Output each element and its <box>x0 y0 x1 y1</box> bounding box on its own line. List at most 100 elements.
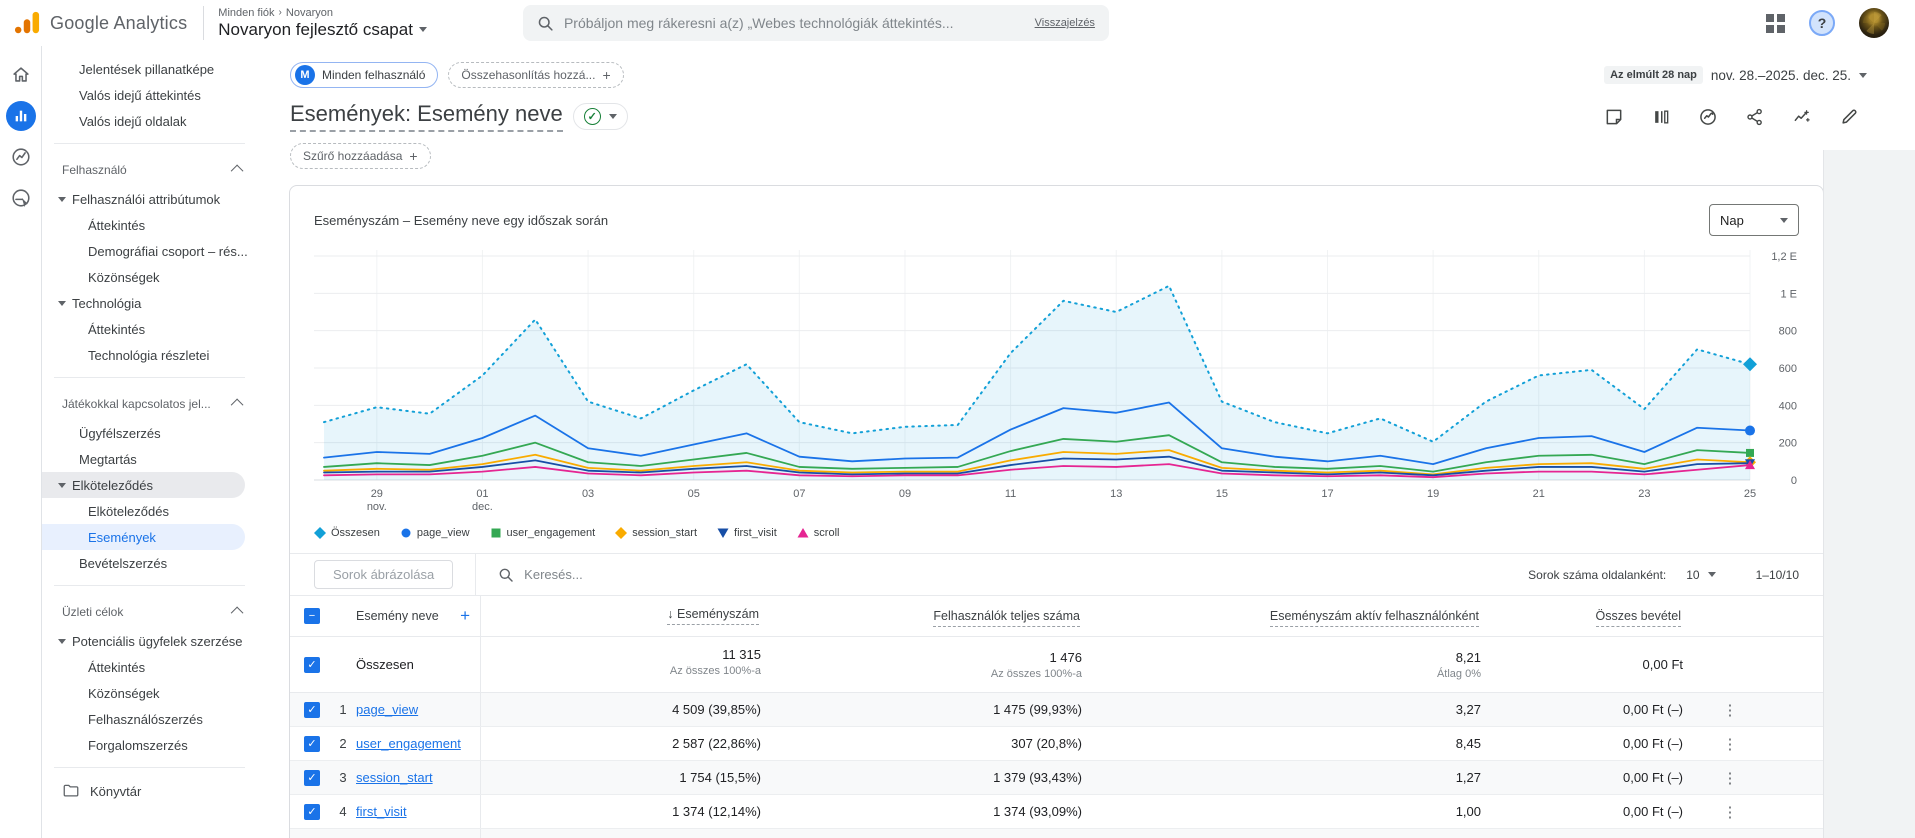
granularity-select[interactable]: Nap <box>1709 204 1799 236</box>
breadcrumb-property[interactable]: Novaryon <box>286 7 333 19</box>
explore-icon[interactable] <box>6 142 36 172</box>
sparkline-icon[interactable] <box>1792 107 1812 127</box>
apps-grid-icon[interactable] <box>1766 13 1785 33</box>
search-input[interactable] <box>563 15 1025 31</box>
sidebar-item-forgalomszerzes[interactable]: Forgalomszerzés <box>42 732 257 758</box>
sidebar-item-kozonsegek[interactable]: Közönségek <box>42 264 257 290</box>
event-name-link[interactable]: session_start <box>356 770 433 785</box>
legend-osszesen[interactable]: Összesen <box>314 527 380 539</box>
sidebar-item-technologia-reszletei[interactable]: Technológia részletei <box>42 342 257 368</box>
report-card: Eseményszám – Esemény neve egy időszak s… <box>289 185 1824 838</box>
add-filter-chip[interactable]: Szűrő hozzáadása + <box>290 143 431 169</box>
share-icon[interactable] <box>1745 107 1765 127</box>
row-checkbox[interactable]: ✓ <box>304 803 320 820</box>
sidebar-item-valos-ideju-attekintes[interactable]: Valós idejű áttekintés <box>42 82 257 108</box>
totals-checkbox[interactable]: ✓ <box>304 656 320 673</box>
column-revenue[interactable]: Összes bevétel <box>1595 609 1681 627</box>
segment-chip-all-users[interactable]: M Minden felhasználó <box>290 62 439 88</box>
sidebar-item-jelentesek-pillanatkepe[interactable]: Jelentések pillanatképe <box>42 56 257 82</box>
row-checkbox[interactable]: ✓ <box>304 735 320 752</box>
legend-user-engagement[interactable]: user_engagement <box>490 527 595 539</box>
insights-icon[interactable] <box>1698 107 1718 127</box>
legend-first-visit[interactable]: first_visit <box>717 527 777 539</box>
row-menu-icon[interactable]: ⋮ <box>1683 735 1777 753</box>
sidebar-item-konyvtar[interactable]: Könyvtár <box>42 777 257 805</box>
column-count-per-user[interactable]: Eseményszám aktív felhasználónként <box>1269 609 1479 627</box>
sidebar-item-jatekokkal-kapcsolatos-jel[interactable]: Játékokkal kapcsolatos jel... <box>42 387 257 420</box>
breadcrumb-account[interactable]: Minden fiók <box>218 7 274 19</box>
account-switcher[interactable]: Minden fiók › Novaryon Novaryon fejleszt… <box>218 7 427 40</box>
svg-text:13: 13 <box>1110 488 1122 500</box>
sidebar-item-technologia[interactable]: Technológia <box>42 290 257 316</box>
sidebar-item-attekintes[interactable]: Áttekintés <box>42 654 257 680</box>
google-analytics-logo[interactable]: Google Analytics <box>14 10 187 36</box>
cell-revenue: 0,00 Ft (–) <box>1623 736 1683 751</box>
event-name-link[interactable]: user_engagement <box>356 736 461 751</box>
row-checkbox[interactable]: ✓ <box>304 769 320 786</box>
totals-label: Összesen <box>356 657 414 672</box>
date-range-preset: Az elmúlt 28 nap <box>1604 66 1703 84</box>
sidebar-item-felhasznaloi-attributumok[interactable]: Felhasználói attribútumok <box>42 186 257 212</box>
select-all-checkbox[interactable]: − <box>304 608 320 624</box>
product-name: Google Analytics <box>50 12 188 33</box>
row-number: 3 <box>339 770 347 785</box>
page-title[interactable]: Események: Esemény neve <box>290 101 563 132</box>
svg-text:19: 19 <box>1427 488 1439 500</box>
sidebar-item-bevetelszerzes[interactable]: Bevételszerzés <box>42 550 257 576</box>
sidebar-item-potencialis-ugyfelek-szerzese[interactable]: Potenciális ügyfelek szerzése <box>42 628 257 654</box>
feedback-link[interactable]: Visszajelzés <box>1035 17 1095 29</box>
dimension-status-badge[interactable]: ✓ <box>572 103 628 130</box>
table-search[interactable] <box>476 567 1528 583</box>
table-row-session-start: ✓ 3 session_start 1 754 (15,5%) 1 379 (93,43… <box>290 761 1823 795</box>
event-name-link[interactable]: first_visit <box>356 804 407 819</box>
compare-icon[interactable] <box>1651 107 1671 127</box>
row-menu-icon[interactable]: ⋮ <box>1683 769 1777 787</box>
sidebar-item-elkotelezodes[interactable]: Elköteleződés <box>42 498 257 524</box>
column-event-count[interactable]: ↓ Eseményszám <box>667 607 759 625</box>
add-comparison-chip[interactable]: Összehasonlítás hozzá... + <box>448 62 624 88</box>
note-icon[interactable] <box>1604 107 1624 127</box>
sidebar-item-felhasznaloszerzes[interactable]: Felhasználószerzés <box>42 706 257 732</box>
row-menu-icon[interactable]: ⋮ <box>1683 701 1777 719</box>
svg-text:09: 09 <box>899 488 911 500</box>
totals-count-per-user: 8,21 <box>1455 649 1481 665</box>
avatar[interactable] <box>1859 8 1889 38</box>
home-icon[interactable] <box>6 60 36 90</box>
help-icon[interactable]: ? <box>1809 10 1835 36</box>
legend-session-start[interactable]: session_start <box>615 527 697 539</box>
table-search-input[interactable] <box>524 567 825 582</box>
sidebar-item-ugyfelszerzes[interactable]: Ügyfélszerzés <box>42 420 257 446</box>
column-total-users[interactable]: Felhasználók teljes száma <box>933 609 1080 627</box>
cell-total-users: 307 (20,8%) <box>1011 736 1082 751</box>
sidebar-item-felhasznalo[interactable]: Felhasználó <box>42 153 257 186</box>
legend-scroll[interactable]: scroll <box>797 527 839 539</box>
global-search[interactable]: Visszajelzés <box>522 5 1109 41</box>
sidebar-item-megtartas[interactable]: Megtartás <box>42 446 257 472</box>
svg-text:11: 11 <box>1005 488 1016 500</box>
row-menu-icon[interactable]: ⋮ <box>1683 803 1777 821</box>
edit-icon[interactable] <box>1839 107 1859 127</box>
sidebar-item-valos-ideju-oldalak[interactable]: Valós idejű oldalak <box>42 108 257 134</box>
row-checkbox[interactable]: ✓ <box>304 701 320 718</box>
sidebar-item-elkotelezodes[interactable]: Elköteleződés <box>42 472 245 498</box>
svg-text:200: 200 <box>1779 438 1797 450</box>
legend-page-view[interactable]: page_view <box>400 527 470 539</box>
add-column-icon[interactable]: + <box>460 606 470 626</box>
plot-rows-button[interactable]: Sorok ábrázolása <box>314 560 454 589</box>
column-event-name[interactable]: Esemény neve <box>356 609 439 623</box>
event-name-link[interactable]: page_view <box>356 702 418 717</box>
sidebar-item-esemenyek[interactable]: Események <box>42 524 245 550</box>
sidebar-item-attekintes[interactable]: Áttekintés <box>42 212 257 238</box>
right-panel-gutter <box>1823 150 1915 838</box>
sidebar-item-demografiai-csoport-res[interactable]: Demográfiai csoport – rés... <box>42 238 257 264</box>
legend-label: first_visit <box>734 527 777 539</box>
table-body: ✓ 1 page_view 4 509 (39,85%) 1 475 (99,93%) 3… <box>290 693 1823 838</box>
reports-icon[interactable] <box>5 101 36 131</box>
rows-per-page-select[interactable]: 10 <box>1686 568 1716 582</box>
sidebar-item-uzleti-celok[interactable]: Üzleti célok <box>42 595 257 628</box>
date-range-picker[interactable]: Az elmúlt 28 nap nov. 28.–2025. dec. 25. <box>1604 66 1867 84</box>
advertising-icon[interactable] <box>6 183 36 213</box>
sidebar-item-attekintes[interactable]: Áttekintés <box>42 316 257 342</box>
sidebar-item-kozonsegek[interactable]: Közönségek <box>42 680 257 706</box>
legend-marker-icon <box>717 528 729 538</box>
